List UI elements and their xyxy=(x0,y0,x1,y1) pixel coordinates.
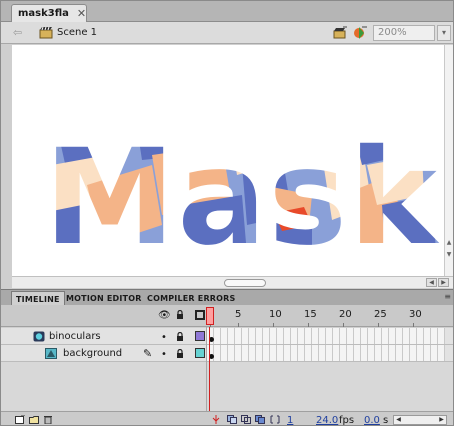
elapsed-time-value[interactable]: 0.0 xyxy=(364,415,380,425)
frame-number: 30 xyxy=(409,309,422,320)
layer-name[interactable]: binoculars xyxy=(49,331,101,342)
center-frame-icon[interactable] xyxy=(211,415,221,424)
ruler-tick xyxy=(413,323,414,327)
document-tab[interactable]: mask3fla ✕ xyxy=(11,4,87,22)
playhead[interactable] xyxy=(206,307,214,325)
frame-ruler[interactable]: 1 5 10 15 20 25 30 xyxy=(207,305,445,327)
panel-tab-bar: TIMELINE MOTION EDITOR COMPILER ERRORS ≡ xyxy=(1,289,453,306)
layer-row-binoculars[interactable]: binoculars • xyxy=(1,328,453,345)
scroll-right-icon[interactable]: ▶ xyxy=(438,278,449,287)
horizontal-scroll-thumb[interactable] xyxy=(224,279,266,287)
ruler-tick xyxy=(343,323,344,327)
new-layer-icon[interactable] xyxy=(15,415,25,424)
edit-symbols-icon[interactable] xyxy=(352,25,368,40)
timeline-empty-area xyxy=(1,362,453,412)
outline-color-swatch[interactable] xyxy=(195,331,205,341)
zoom-dropdown-button[interactable]: ▾ xyxy=(437,25,451,41)
timeline-panel: 👁 1 5 10 15 20 25 30 xyxy=(1,305,453,426)
frame-rate-value[interactable]: 24.0 xyxy=(316,415,338,425)
frame-number: 5 xyxy=(235,309,242,320)
edit-scene-icon[interactable] xyxy=(332,25,348,40)
document-tab-bar: mask3fla ✕ xyxy=(1,1,453,22)
scroll-right-icon[interactable]: ▶ xyxy=(437,416,446,424)
frame-strip[interactable] xyxy=(207,328,445,344)
pencil-edit-icon: ✎ xyxy=(143,347,153,360)
ruler-tick xyxy=(308,323,309,327)
modify-onion-markers-icon[interactable] xyxy=(270,415,280,424)
zoom-field[interactable]: 200% xyxy=(373,25,435,41)
back-arrow-icon[interactable]: ⇦ xyxy=(13,26,22,39)
document-tab-title: mask3fla xyxy=(18,8,69,19)
new-folder-icon[interactable] xyxy=(29,415,39,424)
timeline-footer: 1 24.0 fps 0.0 s ◀ ▶ xyxy=(1,411,453,426)
layer-row-background[interactable]: background ✎ • xyxy=(1,345,453,362)
tab-compiler-errors[interactable]: COMPILER ERRORS xyxy=(143,291,240,306)
edit-bar: ⇦ Scene 1 200% ▾ xyxy=(1,22,453,44)
flash-window: mask3fla ✕ ⇦ Scene 1 200% ▾ M xyxy=(0,0,454,426)
frame-rate-unit: fps xyxy=(339,415,355,426)
layer-name[interactable]: background xyxy=(63,348,122,359)
scroll-down-icon[interactable]: ▼ xyxy=(445,250,453,260)
ruler-tick xyxy=(378,323,379,327)
horizontal-scrollbar[interactable]: ◀ ▶ xyxy=(12,276,453,288)
ruler-tick xyxy=(238,323,239,327)
lock-icon[interactable] xyxy=(176,349,184,358)
frame-number: 25 xyxy=(374,309,387,320)
lock-all-icon[interactable] xyxy=(176,310,184,319)
frame-number: 20 xyxy=(339,309,352,320)
frame-number: 15 xyxy=(304,309,317,320)
close-icon[interactable]: ✕ xyxy=(77,7,86,20)
scroll-up-icon[interactable]: ▲ xyxy=(445,238,453,248)
timeline-horizontal-scrollbar[interactable]: ◀ ▶ xyxy=(393,415,447,425)
current-frame-value[interactable]: 1 xyxy=(287,415,293,425)
panel-menu-icon[interactable]: ≡ xyxy=(444,292,451,301)
onion-skin-outlines-icon[interactable] xyxy=(241,415,251,424)
frame-number: 10 xyxy=(269,309,282,320)
layer-frame-divider[interactable] xyxy=(206,327,207,413)
lock-icon[interactable] xyxy=(176,332,184,341)
stage[interactable]: Mask xyxy=(12,45,444,276)
clapperboard-icon xyxy=(39,26,53,39)
scene-label[interactable]: Scene 1 xyxy=(57,27,97,38)
mask-layer-icon xyxy=(33,331,45,342)
masked-artwork: Mask xyxy=(44,121,440,275)
frame-strip[interactable] xyxy=(207,345,445,361)
show-outline-all-icon[interactable] xyxy=(195,310,205,320)
tab-motion-editor[interactable]: MOTION EDITOR xyxy=(62,291,146,306)
edit-multiple-frames-icon[interactable] xyxy=(255,415,265,424)
visibility-dot[interactable]: • xyxy=(161,332,167,343)
trash-icon[interactable] xyxy=(43,415,53,424)
onion-skin-icon[interactable] xyxy=(227,415,237,424)
vertical-scrollbar[interactable]: ▲ ▼ xyxy=(444,45,453,276)
show-hide-all-eye-icon[interactable]: 👁 xyxy=(158,310,171,321)
playhead-line xyxy=(209,327,210,423)
scroll-left-icon[interactable]: ◀ xyxy=(426,278,437,287)
elapsed-time-unit: s xyxy=(383,415,389,426)
ruler-tick xyxy=(273,323,274,327)
outline-color-swatch[interactable] xyxy=(195,348,205,358)
masked-layer-icon xyxy=(45,348,57,359)
scroll-left-icon[interactable]: ◀ xyxy=(394,416,403,424)
visibility-dot[interactable]: • xyxy=(161,349,167,360)
timeline-header: 👁 1 5 10 15 20 25 30 xyxy=(1,305,453,327)
tab-timeline[interactable]: TIMELINE xyxy=(11,291,65,306)
